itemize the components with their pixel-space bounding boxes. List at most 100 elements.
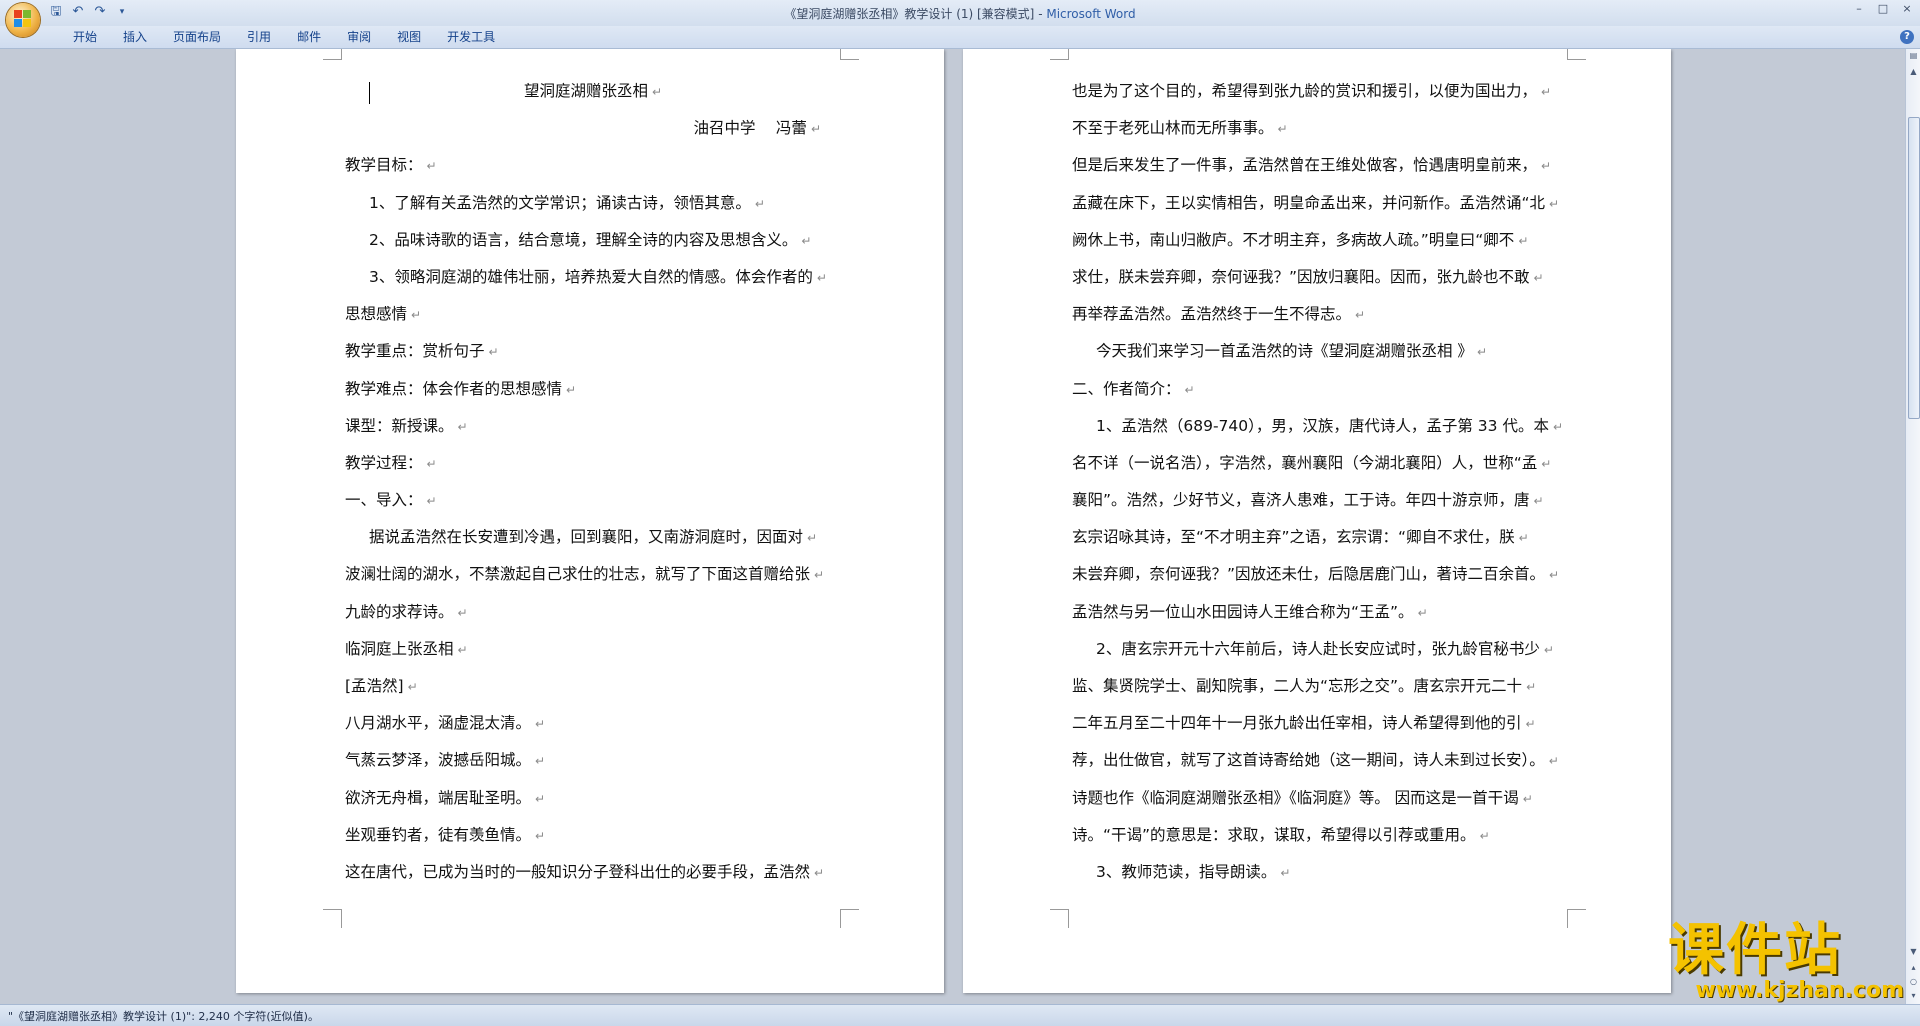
window-controls: – □ × [1852,2,1914,15]
line-text: 襄阳”。浩然，少好节义，喜济人患难，工于诗。年四十游京师，唐 [1072,491,1530,510]
crop-mark [323,49,342,60]
line-text: 求仕，朕未尝弃卿，奈何诬我？”因放归襄阳。因而，张九龄也不敢 [1072,267,1530,286]
paragraph-line[interactable]: 2、唐玄宗开元十六年前后，诗人赴长安应试时，张九龄官秘书少 ↵ [1072,631,1568,668]
maximize-button[interactable]: □ [1876,2,1890,15]
paragraph-line[interactable]: 教学过程： ↵ [345,445,841,482]
paragraph-line[interactable]: 监、集贤院学士、副知院事，二人为“忘形之交”。唐玄宗开元二十 ↵ [1072,668,1568,705]
ruler-toggle-icon[interactable]: ▤ [1907,49,1920,63]
paragraph-line[interactable]: 教学目标： ↵ [345,147,841,184]
paragraph-line[interactable]: 波澜壮阔的湖水，不禁激起自己求仕的壮志，就写了下面这首赠给张 ↵ [345,556,841,593]
paragraph-line[interactable]: 3、领略洞庭湖的雄伟壮丽，培养热爱大自然的情感。体会作者的 ↵ [345,259,841,296]
paragraph-line[interactable]: 今天我们来学习一首孟浩然的诗《望洞庭湖赠张丞相 》 ↵ [1072,333,1568,370]
tab-developer[interactable]: 开发工具 [434,29,508,45]
line-text: 教学目标： [345,156,423,175]
line-text: 孟浩然与另一位山水田园诗人王维合称为“王孟”。 [1072,602,1414,621]
tab-mailings[interactable]: 邮件 [284,29,334,45]
paragraph-line[interactable]: 油召中学 冯蕾 ↵ [345,110,841,147]
paragraph-mark-icon: ↵ [426,456,437,471]
paragraph-mark-icon: ↵ [1277,122,1288,137]
line-text: 波澜壮阔的湖水，不禁激起自己求仕的壮志，就写了下面这首赠给张 [345,565,811,584]
paragraph-line[interactable]: 教学难点：体会作者的思想感情 ↵ [345,371,841,408]
tab-review[interactable]: 审阅 [334,29,384,45]
site-watermark-logo: 课件站 www.kjzhan.com [1668,922,1904,1004]
window-title: 《望洞庭湖赠张丞相》教学设计 (1) [兼容模式] - Microsoft Wo… [784,7,1136,21]
close-button[interactable]: × [1900,2,1914,15]
paragraph-line[interactable]: 诗。“干谒”的意思是：求取，谋取，希望得以引荐或重用。 ↵ [1072,817,1568,854]
page-2-text: 也是为了这个目的，希望得到张九龄的赏识和援引，以便为国出力， ↵ 不至于老死山林而无… [1072,73,1568,891]
paragraph-mark-icon: ↵ [1479,828,1490,843]
line-text: 1、了解有关孟浩然的文学常识；诵读古诗，领悟其意。 [369,193,751,212]
crop-mark [1567,49,1586,60]
paragraph-line[interactable]: 思想感情 ↵ [345,296,841,333]
paragraph-line[interactable]: 襄阳”。浩然，少好节义，喜济人患难，工于诗。年四十游京师，唐 ↵ [1072,482,1568,519]
paragraph-line[interactable]: 望洞庭湖赠张丞相 ↵ [345,73,841,110]
word-count-status[interactable]: "《望洞庭湖赠张丞相》教学设计 (1)": 2,240 个字符(近似值)。 [8,1008,319,1024]
paragraph-line[interactable]: 玄宗诏咏其诗，至“不才明主弃”之语，玄宗谓：“卿自不求仕，朕 ↵ [1072,519,1568,556]
paragraph-mark-icon: ↵ [807,531,818,546]
paragraph-line[interactable]: 也是为了这个目的，希望得到张九龄的赏识和援引，以便为国出力， ↵ [1072,73,1568,110]
title-bar: 🖫 ↶ ↷ ▾ 《望洞庭湖赠张丞相》教学设计 (1) [兼容模式] - Micr… [0,0,1920,37]
paragraph-line[interactable]: 坐观垂钓者，徒有羡鱼情。 ↵ [345,817,841,854]
paragraph-line[interactable]: 1、孟浩然（689-740），男，汉族，唐代诗人，孟子第 33 代。本 ↵ [1072,408,1568,445]
line-text: 再举荐孟浩然。孟浩然终于一生不得志。 [1072,305,1352,324]
previous-page-icon[interactable]: ▴ [1907,961,1920,975]
paragraph-line[interactable]: 名不详（一说名浩），字浩然，襄州襄阳（今湖北襄阳）人，世称“孟 ↵ [1072,445,1568,482]
paragraph-line[interactable]: 气蒸云梦泽，波撼岳阳城。 ↵ [345,742,841,779]
minimize-button[interactable]: – [1852,2,1866,15]
crop-mark [1050,909,1069,928]
paragraph-mark-icon: ↵ [1518,233,1529,248]
paragraph-line[interactable]: [孟浩然] ↵ [345,668,841,705]
help-icon[interactable]: ? [1900,30,1914,44]
paragraph-line[interactable]: 一、导入： ↵ [345,482,841,519]
tab-view[interactable]: 视图 [384,29,434,45]
paragraph-line[interactable]: 3、教师范读，指导朗读。 ↵ [1072,854,1568,891]
paragraph-line[interactable]: 教学重点：赏析句子 ↵ [345,333,841,370]
vertical-scrollbar[interactable]: ▤ ▲ ▼ ▴ ○ ▾ [1905,49,1920,1004]
paragraph-line[interactable]: 但是后来发生了一件事，孟浩然曾在王维处做客，恰遇唐明皇前来， ↵ [1072,147,1568,184]
scrollbar-thumb[interactable] [1908,117,1920,419]
paragraph-line[interactable]: 二年五月至二十四年十一月张九龄出任宰相，诗人希望得到他的引 ↵ [1072,705,1568,742]
line-text: 但是后来发生了一件事，孟浩然曾在王维处做客，恰遇唐明皇前来， [1072,156,1538,175]
paragraph-mark-icon: ↵ [535,828,546,843]
paragraph-line[interactable]: 再举荐孟浩然。孟浩然终于一生不得志。 ↵ [1072,296,1568,333]
line-text: 教学重点：赏析句子 [345,342,485,361]
paragraph-line[interactable]: 二、作者简介： ↵ [1072,371,1568,408]
app-name: Microsoft Word [1046,7,1136,21]
document-title: 《望洞庭湖赠张丞相》教学设计 (1) [兼容模式] [784,7,1035,21]
tab-home[interactable]: 开始 [60,29,110,45]
paragraph-line[interactable]: 孟藏在床下，王以实情相告，明皇命孟出来，并问新作。孟浩然诵“北 ↵ [1072,185,1568,222]
paragraph-line[interactable]: 未尝弃卿，奈何诬我？”因放还未仕，后隐居鹿门山，著诗二百余首。 ↵ [1072,556,1568,593]
paragraph-line[interactable]: 课型：新授课。 ↵ [345,408,841,445]
paragraph-mark-icon: ↵ [814,865,825,880]
paragraph-line[interactable]: 荐，出仕做官，就写了这首诗寄给她（这一期间，诗人未到过长安）。 ↵ [1072,742,1568,779]
paragraph-line[interactable]: 这在唐代，已成为当时的一般知识分子登科出仕的必要手段，孟浩然 ↵ [345,854,841,891]
paragraph-line[interactable]: 九龄的求荐诗。 ↵ [345,594,841,631]
paragraph-line[interactable]: 诗题也作《临洞庭湖赠张丞相》《临洞庭》等。 因而这是一首干谒 ↵ [1072,780,1568,817]
paragraph-line[interactable]: 阙休上书，南山归敝庐。不才明主弃，多病故人疏。”明皇曰“卿不 ↵ [1072,222,1568,259]
next-page-icon[interactable]: ▾ [1907,989,1920,1003]
paragraph-line[interactable]: 2、品味诗歌的语言，结合意境，理解全诗的内容及思想含义。 ↵ [345,222,841,259]
line-text: 名不详（一说名浩），字浩然，襄州襄阳（今湖北襄阳）人，世称“孟 [1072,453,1538,472]
paragraph-line[interactable]: 欲济无舟楫，端居耻圣明。 ↵ [345,780,841,817]
scroll-up-icon[interactable]: ▲ [1907,65,1920,79]
tab-references[interactable]: 引用 [234,29,284,45]
tab-page-layout[interactable]: 页面布局 [160,29,234,45]
scroll-down-icon[interactable]: ▼ [1907,945,1920,959]
paragraph-mark-icon: ↵ [1184,382,1195,397]
paragraph-mark-icon: ↵ [1549,568,1560,583]
select-browse-object-icon[interactable]: ○ [1907,975,1920,989]
document-page-1[interactable]: 望洞庭湖赠张丞相 ↵ 油召中学 冯蕾 ↵ 教学目标： ↵ 1、了解有关孟浩然的文学常识；诵读… [236,49,944,993]
office-button[interactable] [6,3,40,37]
document-area[interactable]: 望洞庭湖赠张丞相 ↵ 油召中学 冯蕾 ↵ 教学目标： ↵ 1、了解有关孟浩然的文学常识；诵读… [0,49,1905,1004]
paragraph-line[interactable]: 求仕，朕未尝弃卿，奈何诬我？”因放归襄阳。因而，张九龄也不敢 ↵ [1072,259,1568,296]
paragraph-line[interactable]: 八月湖水平，涵虚混太清。 ↵ [345,705,841,742]
paragraph-mark-icon: ↵ [457,419,468,434]
paragraph-line[interactable]: 1、了解有关孟浩然的文学常识；诵读古诗，领悟其意。 ↵ [345,185,841,222]
paragraph-line[interactable]: 孟浩然与另一位山水田园诗人王维合称为“王孟”。 ↵ [1072,594,1568,631]
paragraph-line[interactable]: 不至于老死山林而无所事事。 ↵ [1072,110,1568,147]
tab-insert[interactable]: 插入 [110,29,160,45]
document-page-2[interactable]: 也是为了这个目的，希望得到张九龄的赏识和援引，以便为国出力， ↵ 不至于老死山林而无… [963,49,1671,993]
paragraph-line[interactable]: 临洞庭上张丞相 ↵ [345,631,841,668]
status-bar: "《望洞庭湖赠张丞相》教学设计 (1)": 2,240 个字符(近似值)。 [0,1004,1920,1026]
paragraph-line[interactable]: 据说孟浩然在长安遭到冷遇，回到襄阳，又南游洞庭时，因面对 ↵ [345,519,841,556]
